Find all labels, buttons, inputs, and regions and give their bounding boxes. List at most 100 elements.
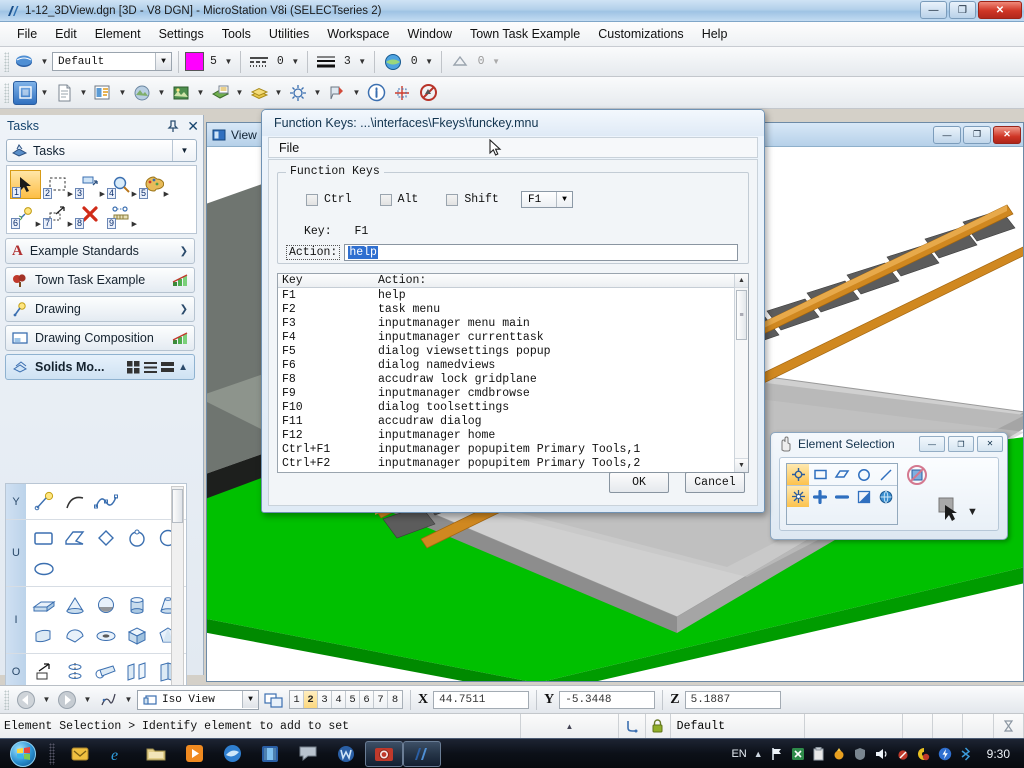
coordinate-y-value[interactable]: -5.3448 bbox=[559, 691, 655, 709]
place-slab-icon[interactable] bbox=[28, 589, 59, 620]
view-next-arrow[interactable]: ▼ bbox=[82, 689, 93, 711]
tool-flyout-arrow[interactable]: ▶ bbox=[132, 190, 137, 198]
menu-town-task-example[interactable]: Town Task Example bbox=[461, 24, 589, 44]
selection-mode-new-icon[interactable] bbox=[787, 486, 809, 507]
level-manager-icon[interactable] bbox=[208, 81, 232, 105]
scroll-down-arrow[interactable]: ▼ bbox=[735, 458, 748, 472]
tool-measure[interactable]: 4 ▶ bbox=[106, 170, 137, 199]
table-row[interactable]: F10dialog toolsettings bbox=[278, 401, 734, 415]
status-level-name[interactable]: Default bbox=[670, 714, 804, 739]
color-dropdown-arrow[interactable]: ▼ bbox=[223, 51, 234, 73]
models-dropdown-arrow[interactable]: ▼ bbox=[39, 82, 50, 104]
maximize-button[interactable]: ❐ bbox=[949, 1, 976, 19]
fence-icon[interactable] bbox=[286, 81, 310, 105]
video-icon[interactable] bbox=[251, 741, 289, 767]
select-circle-icon[interactable] bbox=[853, 464, 875, 485]
raster-manager-icon[interactable] bbox=[130, 81, 154, 105]
tool-fence[interactable]: 2 ▶ bbox=[42, 170, 73, 199]
menu-help[interactable]: Help bbox=[693, 24, 737, 44]
bluetooth-icon[interactable] bbox=[959, 747, 972, 761]
chevron-up-icon[interactable]: ▲ bbox=[178, 362, 188, 373]
ok-button[interactable]: OK bbox=[609, 472, 669, 493]
color-icon[interactable] bbox=[917, 747, 931, 761]
raster-dropdown-arrow[interactable]: ▼ bbox=[156, 82, 167, 104]
flag-icon[interactable] bbox=[770, 747, 784, 761]
tool-palette[interactable]: 5 ▶ bbox=[138, 170, 169, 199]
checkbox-box[interactable] bbox=[306, 194, 318, 206]
shield-icon[interactable] bbox=[853, 747, 867, 761]
task-icon[interactable] bbox=[172, 331, 188, 345]
level-display-icon[interactable] bbox=[247, 81, 271, 105]
level-display-dropdown-arrow[interactable]: ▼ bbox=[273, 82, 284, 104]
toolbar-grip[interactable] bbox=[4, 690, 9, 710]
select-arrow-icon[interactable]: ▼ bbox=[556, 192, 572, 207]
table-row[interactable]: F8accudraw lock gridplane bbox=[278, 373, 734, 387]
menu-workspace[interactable]: Workspace bbox=[318, 24, 398, 44]
chevron-down-icon[interactable]: ❯ bbox=[180, 246, 188, 257]
tool-dimension[interactable]: 9 ▶ bbox=[106, 200, 137, 229]
view-button-3[interactable]: 3 bbox=[318, 691, 332, 708]
place-smartline-icon[interactable] bbox=[28, 486, 59, 517]
tasks-close-icon[interactable]: ✕ bbox=[187, 118, 199, 135]
checkbox-ctrl[interactable]: Ctrl bbox=[306, 193, 352, 206]
place-torus-icon[interactable] bbox=[90, 620, 121, 651]
flash-icon[interactable] bbox=[938, 747, 952, 761]
place-block-icon[interactable] bbox=[28, 522, 59, 553]
task-item-town-task-example[interactable]: Town Task Example bbox=[5, 267, 195, 293]
level-dropdown-arrow[interactable]: ▼ bbox=[39, 51, 50, 73]
toolbar-grip[interactable] bbox=[4, 83, 9, 103]
table-row[interactable]: F9inputmanager cmdbrowse bbox=[278, 387, 734, 401]
view-previous-arrow[interactable]: ▼ bbox=[41, 689, 52, 711]
tool-flyout-arrow[interactable]: ▶ bbox=[68, 190, 73, 198]
checkbox-shift[interactable]: Shift bbox=[446, 193, 499, 206]
camera-app-icon[interactable] bbox=[365, 741, 403, 767]
place-wedge-icon[interactable] bbox=[28, 620, 59, 651]
sweep-icon[interactable] bbox=[90, 656, 121, 687]
view-button-7[interactable]: 7 bbox=[374, 691, 388, 708]
function-key-select[interactable]: F1 ▼ bbox=[521, 191, 573, 208]
table-row[interactable]: F6dialog namedviews bbox=[278, 359, 734, 373]
tool-flyout-arrow[interactable]: ▶ bbox=[164, 190, 169, 198]
references-dropdown-arrow[interactable]: ▼ bbox=[117, 82, 128, 104]
view-rotate-arrow[interactable]: ▼ bbox=[123, 689, 134, 711]
fence-dropdown-arrow[interactable]: ▼ bbox=[312, 82, 323, 104]
task-icon[interactable] bbox=[172, 273, 188, 287]
dialog-menu-file[interactable]: File bbox=[279, 141, 299, 155]
level-combo-arrow[interactable]: ▼ bbox=[155, 53, 171, 70]
task-item-drawing-composition[interactable]: Drawing Composition bbox=[5, 325, 195, 351]
menu-tools[interactable]: Tools bbox=[213, 24, 260, 44]
view-button-5[interactable]: 5 bbox=[346, 691, 360, 708]
task-item-drawing[interactable]: Drawing ❯ bbox=[5, 296, 195, 322]
place-sphere-icon[interactable] bbox=[90, 589, 121, 620]
line-style-icon[interactable] bbox=[247, 50, 271, 74]
status-snap-cell[interactable] bbox=[618, 714, 645, 739]
revolve-icon[interactable] bbox=[59, 656, 90, 687]
tool-manipulate[interactable]: 3 ▶ bbox=[74, 170, 105, 199]
view-next-icon[interactable] bbox=[55, 688, 79, 712]
table-row[interactable]: F11accudraw dialog bbox=[278, 415, 734, 429]
pointer-tool-icon[interactable] bbox=[936, 496, 960, 522]
clipboard-icon[interactable] bbox=[812, 747, 825, 761]
tool-flyout-arrow[interactable]: ▶ bbox=[68, 220, 73, 228]
menu-customizations[interactable]: Customizations bbox=[589, 24, 692, 44]
place-cone-icon[interactable] bbox=[59, 589, 90, 620]
place-shape-icon[interactable] bbox=[59, 522, 90, 553]
action-input[interactable]: help bbox=[344, 244, 738, 261]
tool-element-selection[interactable]: 1 bbox=[10, 170, 41, 199]
folder-icon[interactable] bbox=[137, 741, 175, 767]
markup-icon[interactable] bbox=[325, 81, 349, 105]
thicken-icon[interactable] bbox=[121, 656, 152, 687]
table-row[interactable]: F12inputmanager home bbox=[278, 429, 734, 443]
overflow-arrow-icon[interactable]: ▼ bbox=[967, 506, 978, 522]
models-icon[interactable] bbox=[13, 81, 37, 105]
menu-element[interactable]: Element bbox=[86, 24, 150, 44]
view-button-6[interactable]: 6 bbox=[360, 691, 374, 708]
view-previous-icon[interactable] bbox=[14, 688, 38, 712]
view-close-button[interactable]: ✕ bbox=[993, 126, 1021, 144]
no-snap-icon[interactable] bbox=[416, 81, 440, 105]
view-rows-icon[interactable] bbox=[161, 361, 174, 374]
view-rotate-icon[interactable] bbox=[96, 688, 120, 712]
table-row[interactable]: F4inputmanager currenttask bbox=[278, 331, 734, 345]
tool-flyout-arrow[interactable]: ▶ bbox=[132, 220, 137, 228]
place-oval-icon[interactable] bbox=[28, 553, 59, 584]
